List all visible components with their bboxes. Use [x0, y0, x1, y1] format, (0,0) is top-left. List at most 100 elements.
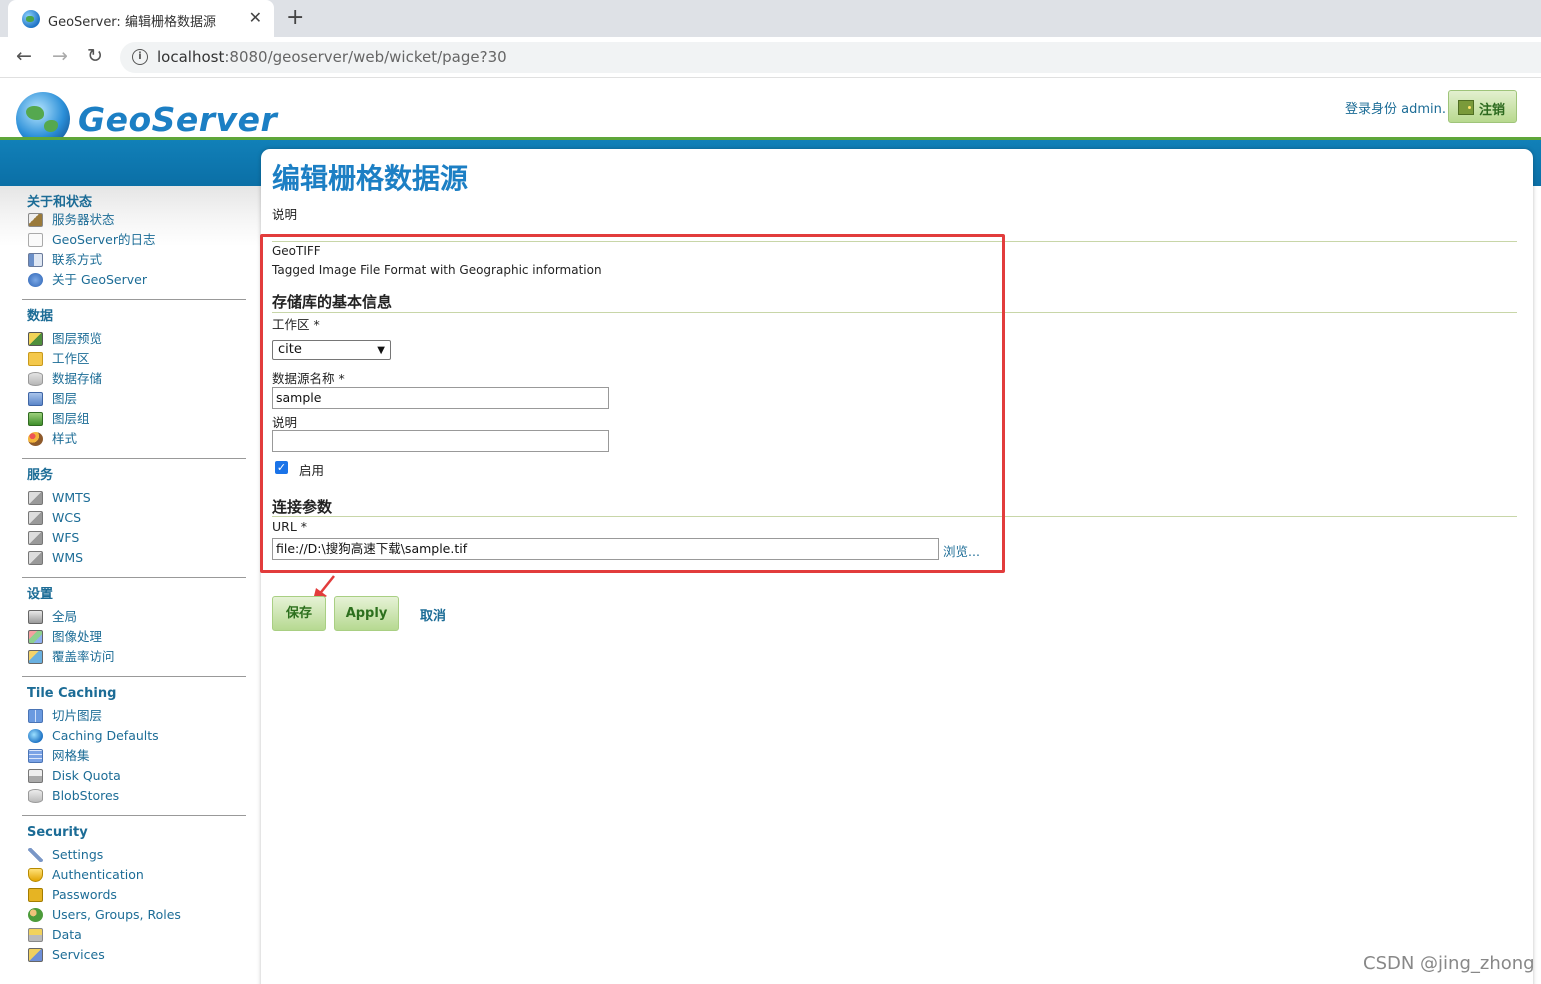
tile-layer-icon: [28, 709, 43, 723]
sidebar-item-label: 图层组: [52, 411, 90, 426]
blobstore-icon: [28, 789, 43, 803]
sidebar-item-label: 工作区: [52, 351, 90, 366]
logout-button[interactable]: 注销: [1448, 90, 1517, 123]
sidebar-item-users-groups-roles[interactable]: Users, Groups, Roles: [22, 905, 246, 925]
services-security-icon: [28, 948, 43, 962]
data-security-icon: [28, 928, 43, 942]
sidebar-item-wfs[interactable]: WFS: [22, 528, 246, 548]
geoserver-header: GeoServer 登录身份 admin. 注销: [0, 78, 1541, 146]
sidebar-divider: [22, 458, 246, 459]
service-icon: [28, 491, 43, 505]
sidebar-item-label: WFS: [52, 530, 80, 545]
save-button[interactable]: 保存: [272, 596, 326, 631]
new-tab-button[interactable]: +: [286, 5, 304, 30]
sidebar-item-gridsets[interactable]: 网格集: [22, 746, 246, 766]
sidebar-item-coverage-access[interactable]: 覆盖率访问: [22, 647, 246, 667]
sidebar-item-layer-preview[interactable]: 图层预览: [22, 329, 246, 349]
watermark: CSDN @jing_zhong: [1363, 953, 1535, 974]
sidebar-item-label: BlobStores: [52, 788, 120, 803]
sidebar-item-server-status[interactable]: 服务器状态: [22, 210, 246, 230]
sidebar-section-settings: 设置: [27, 587, 54, 602]
sidebar-item-label: 覆盖率访问: [52, 649, 115, 664]
close-tab-icon[interactable]: ✕: [249, 8, 262, 27]
coverage-access-icon: [28, 650, 43, 664]
apply-button[interactable]: Apply: [334, 596, 399, 631]
sidebar-nav: 关于和状态 服务器状态 GeoServer的日志 联系方式 关于 GeoServ…: [22, 190, 246, 965]
url-text: localhost:8080/geoserver/web/wicket/page…: [157, 48, 507, 66]
service-icon: [28, 551, 43, 565]
sidebar-item-wcs[interactable]: WCS: [22, 508, 246, 528]
login-status: 登录身份 admin.: [1345, 102, 1446, 117]
browser-tab[interactable]: GeoServer: 编辑栅格数据源 ✕: [8, 0, 274, 37]
sidebar-item-passwords[interactable]: Passwords: [22, 885, 246, 905]
image-processing-icon: [28, 630, 43, 644]
sidebar-item-label: Users, Groups, Roles: [52, 907, 181, 922]
sidebar-section-data: 数据: [27, 309, 54, 324]
sidebar-item-disk-quota[interactable]: Disk Quota: [22, 766, 246, 786]
sidebar-item-label: 网格集: [52, 748, 90, 763]
tab-title: GeoServer: 编辑栅格数据源: [48, 15, 216, 30]
sidebar-item-about[interactable]: 关于 GeoServer: [22, 270, 246, 290]
sidebar-item-tile-layers[interactable]: 切片图层: [22, 706, 246, 726]
sidebar-item-label: Disk Quota: [52, 768, 121, 783]
geoserver-logo-text[interactable]: GeoServer: [78, 100, 277, 139]
service-icon: [28, 511, 43, 525]
sidebar-item-label: Data: [52, 927, 82, 942]
sidebar-item-label: 联系方式: [52, 252, 103, 267]
sidebar-divider: [22, 676, 246, 677]
reload-icon[interactable]: ↻: [83, 45, 107, 67]
sidebar-item-image-processing[interactable]: 图像处理: [22, 627, 246, 647]
url-path: :8080/geoserver/web/wicket/page?30: [224, 48, 507, 66]
page-title: 编辑栅格数据源: [272, 162, 469, 195]
sidebar-item-blobstores[interactable]: BlobStores: [22, 786, 246, 806]
sidebar-item-layer-groups[interactable]: 图层组: [22, 409, 246, 429]
sidebar-item-label: 服务器状态: [52, 212, 115, 227]
sidebar-item-label: Caching Defaults: [52, 728, 159, 743]
sidebar-item-log[interactable]: GeoServer的日志: [22, 230, 246, 250]
global-settings-icon: [28, 610, 43, 624]
sidebar-item-wms[interactable]: WMS: [22, 548, 246, 568]
sidebar-item-layers[interactable]: 图层: [22, 389, 246, 409]
sidebar-item-data-security[interactable]: Data: [22, 925, 246, 945]
logout-label: 注销: [1479, 103, 1506, 118]
sidebar-item-label: Passwords: [52, 887, 117, 902]
sidebar-item-label: Authentication: [52, 867, 144, 882]
sidebar-item-label: 图层预览: [52, 331, 103, 346]
sidebar-item-global[interactable]: 全局: [22, 607, 246, 627]
lock-icon: [28, 888, 43, 902]
sidebar-item-security-settings[interactable]: Settings: [22, 845, 246, 865]
sidebar-item-styles[interactable]: 样式: [22, 429, 246, 449]
sidebar-item-label: 图层: [52, 391, 78, 406]
sidebar-item-contact[interactable]: 联系方式: [22, 250, 246, 270]
style-icon: [28, 432, 43, 446]
service-icon: [28, 531, 43, 545]
sidebar-item-wmts[interactable]: WMTS: [22, 488, 246, 508]
geoserver-favicon-icon: [22, 10, 40, 28]
sidebar-item-authentication[interactable]: Authentication: [22, 865, 246, 885]
sidebar-item-label: WMS: [52, 550, 84, 565]
shield-icon: [28, 868, 43, 882]
sidebar-item-label: 数据存储: [52, 371, 103, 386]
sidebar-item-workspaces[interactable]: 工作区: [22, 349, 246, 369]
sidebar-item-caching-defaults[interactable]: Caching Defaults: [22, 726, 246, 746]
site-info-icon[interactable]: i: [132, 49, 148, 65]
sidebar-item-label: Services: [52, 947, 105, 962]
disk-icon: [28, 769, 43, 783]
sidebar-item-label: 样式: [52, 431, 78, 446]
annotation-highlight-box: [260, 234, 1005, 573]
sidebar-divider: [22, 299, 246, 300]
sidebar-item-label: WMTS: [52, 490, 91, 505]
sidebar-item-stores[interactable]: 数据存储: [22, 369, 246, 389]
server-status-icon: [28, 213, 43, 227]
gridset-icon: [28, 749, 43, 763]
url-host: localhost: [157, 48, 225, 66]
forward-icon[interactable]: →: [48, 45, 72, 67]
sidebar-item-label: 全局: [52, 609, 78, 624]
layer-icon: [28, 392, 43, 406]
sidebar-item-services-security[interactable]: Services: [22, 945, 246, 965]
store-icon: [28, 372, 43, 386]
cancel-link[interactable]: 取消: [420, 605, 446, 624]
sidebar-item-label: Settings: [52, 847, 104, 862]
back-icon[interactable]: ←: [12, 45, 36, 67]
address-input[interactable]: i localhost:8080/geoserver/web/wicket/pa…: [120, 42, 1541, 73]
